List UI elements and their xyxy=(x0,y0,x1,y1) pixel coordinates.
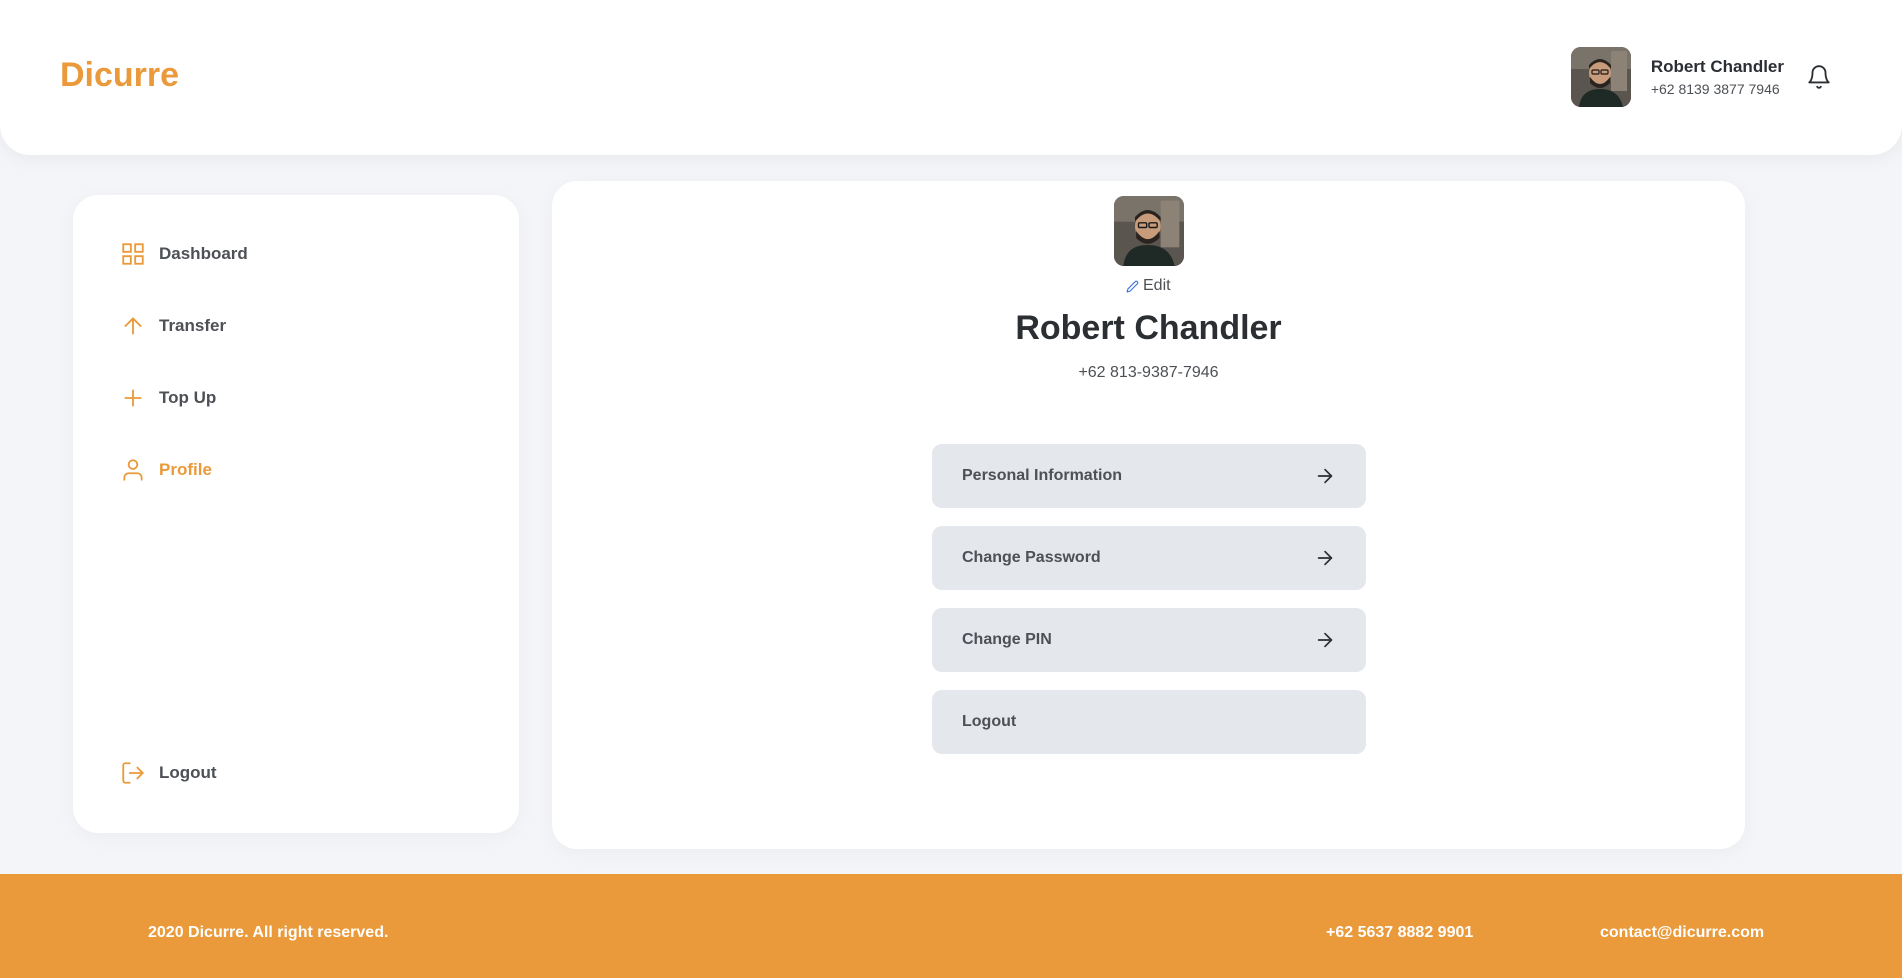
footer: 2020 Dicurre. All right reserved. +62 56… xyxy=(0,874,1902,978)
profile-avatar[interactable] xyxy=(1114,196,1184,266)
arrow-right-icon xyxy=(1317,468,1333,484)
user-photo-icon xyxy=(1114,196,1184,266)
grid-icon xyxy=(122,243,144,265)
header-user-meta: Robert Chandler +62 8139 3877 7946 xyxy=(1651,57,1784,97)
logout-icon xyxy=(122,762,144,784)
bell-icon[interactable] xyxy=(1806,64,1832,90)
personal-information-button[interactable]: Personal Information xyxy=(932,444,1366,508)
sidebar-item-label: Top Up xyxy=(159,388,217,407)
sidebar-item-label: Transfer xyxy=(159,316,227,335)
sidebar-item-label: Dashboard xyxy=(159,244,248,263)
footer-copyright: 2020 Dicurre. All right reserved. xyxy=(148,924,389,941)
plus-icon xyxy=(124,389,142,407)
arrow-right-icon xyxy=(1317,550,1333,566)
footer-phone[interactable]: +62 5637 8882 9901 xyxy=(1326,924,1473,942)
pencil-icon xyxy=(1126,280,1139,292)
logout-button[interactable]: Logout xyxy=(932,690,1366,754)
user-photo-icon xyxy=(1570,47,1631,107)
sidebar-item-profile[interactable]: Profile xyxy=(120,457,212,483)
menu-button-label: Personal Information xyxy=(962,467,1123,484)
sidebar-item-logout[interactable]: Logout xyxy=(120,760,217,786)
change-password-button[interactable]: Change Password xyxy=(932,526,1366,590)
sidebar-item-top-up[interactable]: Top Up xyxy=(120,385,216,411)
arrow-right-icon xyxy=(1317,632,1333,648)
menu-button-label: Change PIN xyxy=(962,631,1052,648)
edit-profile-link[interactable]: Edit xyxy=(1126,277,1171,295)
sidebar-item-label: Profile xyxy=(159,460,212,479)
sidebar-item-transfer[interactable]: Transfer xyxy=(120,313,226,339)
sidebar-item-label: Logout xyxy=(159,763,217,782)
change-pin-button[interactable]: Change PIN xyxy=(932,608,1366,672)
sidebar-item-dashboard[interactable]: Dashboard xyxy=(120,241,248,267)
user-icon xyxy=(123,459,143,481)
header-avatar[interactable] xyxy=(1570,47,1631,107)
arrow-up-icon xyxy=(124,317,142,335)
profile-phone: +62 813-9387-7946 xyxy=(1078,364,1219,381)
footer-email[interactable]: contact@dicurre.com xyxy=(1600,924,1764,942)
menu-button-label: Change Password xyxy=(962,549,1101,566)
menu-button-label: Logout xyxy=(962,713,1017,730)
header-user-block[interactable]: Robert Chandler +62 8139 3877 7946 xyxy=(1570,47,1832,107)
profile-name: Robert Chandler xyxy=(1015,309,1282,347)
brand-logo[interactable]: Dicurre xyxy=(60,56,179,95)
sidebar: Dashboard Transfer Top Up Profile Logout xyxy=(73,195,519,833)
header-user-phone: +62 8139 3877 7946 xyxy=(1650,81,1780,97)
profile-card: Edit Robert Chandler +62 813-9387-7946 P… xyxy=(552,181,1745,849)
header-user-name: Robert Chandler xyxy=(1650,57,1784,76)
edit-label: Edit xyxy=(1143,277,1171,294)
top-header: Dicurre Robert Chandler +62 8139 3877 79… xyxy=(0,0,1902,155)
